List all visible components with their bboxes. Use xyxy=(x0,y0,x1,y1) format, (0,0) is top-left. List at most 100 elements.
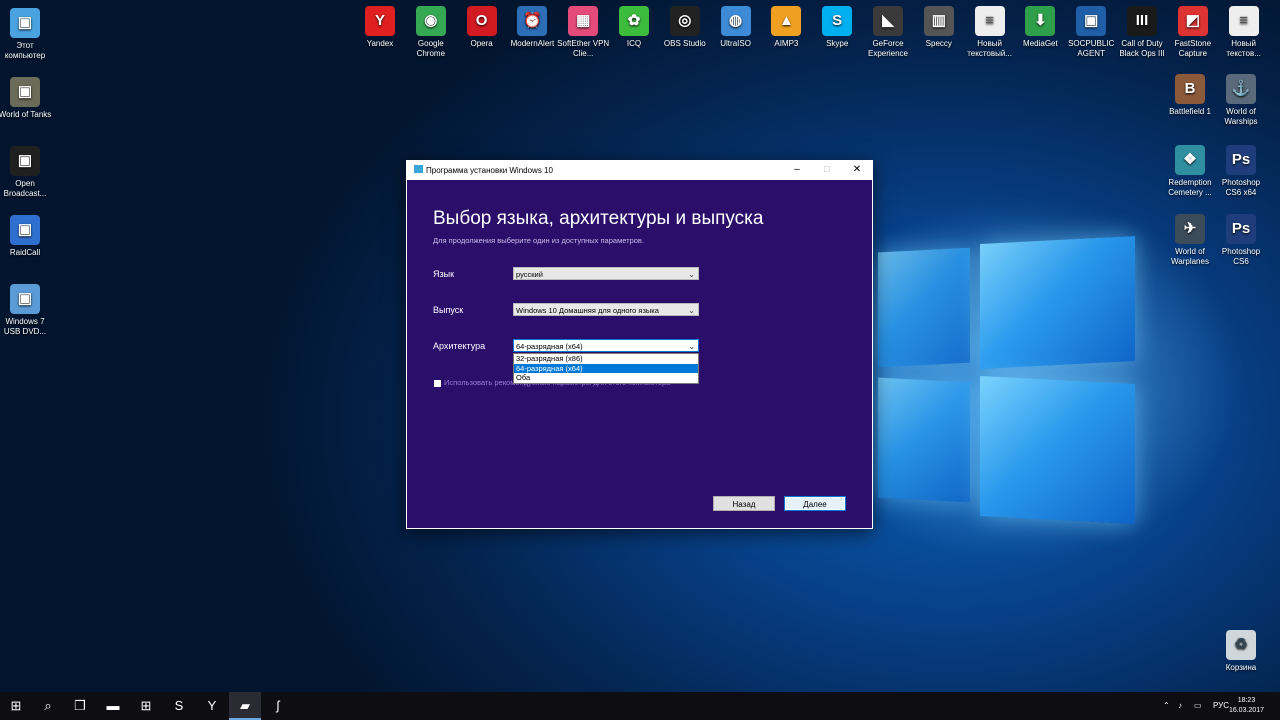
desktop-icon[interactable]: ❖ Redemption Cemetery ... xyxy=(1162,145,1218,198)
start-windows-icon[interactable]: ⊞ xyxy=(0,692,32,720)
desktop-icon[interactable]: ◩ FastStone Capture xyxy=(1165,6,1221,59)
desktop-icon-label: Speccy xyxy=(925,39,952,48)
desktop-icon[interactable]: ✈ World of Warplanes xyxy=(1162,214,1218,267)
architecture-option[interactable]: 32-разрядная (x86) xyxy=(514,354,698,364)
architecture-option[interactable]: Оба xyxy=(514,373,698,383)
architecture-dropdown-list: 32-разрядная (x86) 64-разрядная (x64) Оба xyxy=(513,353,699,384)
desktop-icon[interactable]: Y Yandex xyxy=(352,6,408,49)
store-icon[interactable]: ⊞ xyxy=(130,692,162,720)
setup-content: Выбор языка, архитектуры и выпуска Для п… xyxy=(407,180,872,528)
desktop-icon-label: World of Warplanes xyxy=(1171,247,1209,266)
desktop-icon[interactable]: ◉ Google Chrome xyxy=(403,6,459,59)
desktop-icon[interactable]: B Battlefield 1 xyxy=(1162,74,1218,117)
desktop-icon-label: Redemption Cemetery ... xyxy=(1168,178,1212,197)
desktop-icon-label: FastStone Capture xyxy=(1174,39,1212,58)
desktop-icon[interactable]: ▦ SoftEther VPN Clie... xyxy=(555,6,611,59)
desktop-icon[interactable]: ▣ Windows 7 USB DVD... xyxy=(0,284,53,337)
desktop-icon-label: Photoshop CS6 xyxy=(1221,247,1261,266)
recycle-bin-icon: ♻ xyxy=(1226,630,1256,660)
desktop-icon-label: RaidCall xyxy=(9,248,41,257)
desktop-icon[interactable]: ✿ ICQ xyxy=(606,6,662,49)
aimp-icon: ▲ xyxy=(771,6,802,36)
desktop-icon[interactable]: S Skype xyxy=(809,6,865,49)
desktop-icon[interactable]: ◎ OBS Studio xyxy=(657,6,713,49)
desktop-icon[interactable]: ▣ Этот компьютер xyxy=(0,8,53,61)
language-label: Язык xyxy=(433,269,455,279)
next-button[interactable]: Далее xyxy=(784,496,846,511)
desktop-icon[interactable]: ▣ Open Broadcast... xyxy=(0,146,53,199)
network-icon[interactable]: ▭ xyxy=(1194,692,1202,720)
clock-time: 18:23 xyxy=(1237,697,1256,704)
minimize-button[interactable]: – xyxy=(782,160,812,180)
chevron-up-icon[interactable]: ⌃ xyxy=(1163,692,1170,720)
desktop-icon-label: OBS Studio xyxy=(663,39,706,48)
file-explorer-icon[interactable]: ▬ xyxy=(97,692,129,720)
desktop-icon[interactable]: ▣ SOCPUBLIC AGENT xyxy=(1063,6,1119,59)
skype-icon[interactable]: S xyxy=(163,692,195,720)
text-document-icon: ≡ xyxy=(974,6,1005,36)
mediaget-icon: ⬇ xyxy=(1025,6,1056,36)
yandex-browser-icon[interactable]: Y xyxy=(196,692,228,720)
language-value: русский xyxy=(516,270,543,279)
wot-icon: ▣ xyxy=(10,77,40,107)
faststone-icon: ◩ xyxy=(1177,6,1208,36)
close-button[interactable]: ✕ xyxy=(842,160,872,180)
icq-icon: ✿ xyxy=(619,6,649,36)
desktop-icon-label: Корзина xyxy=(1225,663,1257,672)
desktop-icon[interactable]: Ps Photoshop CS6 xyxy=(1213,214,1269,267)
architecture-option[interactable]: 64-разрядная (x64) xyxy=(514,363,698,373)
wowp-icon: ✈ xyxy=(1175,214,1205,244)
desktop-icon-label: UltraISO xyxy=(720,39,751,48)
setup-app-icon xyxy=(414,165,423,173)
socpublic-icon: ▣ xyxy=(1076,6,1107,36)
window-title: Программа установки Windows 10 xyxy=(426,166,553,175)
desktop-icon[interactable]: ▥ Speccy xyxy=(911,6,967,49)
edition-select[interactable]: Windows 10 Домашняя для одного языка ⌄ xyxy=(513,303,699,316)
desktop-icon-recycle-bin[interactable]: ♻ Корзина xyxy=(1213,630,1269,673)
language-select[interactable]: русский ⌄ xyxy=(513,267,699,280)
desktop-icon[interactable]: ⬇ MediaGet xyxy=(1012,6,1068,49)
clock[interactable]: 18:23 16.03.2017 xyxy=(1229,696,1264,716)
title-bar[interactable]: Программа установки Windows 10 – □ ✕ xyxy=(406,160,873,180)
desktop-icon[interactable]: ◍ UltraISO xyxy=(708,6,764,49)
obs-icon[interactable]: ʃ xyxy=(262,692,294,720)
back-button[interactable]: Назад xyxy=(713,496,775,511)
geforce-icon: ◣ xyxy=(873,6,903,36)
desktop-icon[interactable]: Ps Photoshop CS6 x64 xyxy=(1213,145,1269,198)
desktop-icon[interactable]: ▣ World of Tanks xyxy=(0,77,53,120)
desktop-icon[interactable]: III Call of Duty Black Ops III xyxy=(1114,6,1170,59)
desktop-icon[interactable]: ▲ AIMP3 xyxy=(758,6,814,49)
input-language-indicator[interactable]: РУС xyxy=(1213,692,1229,720)
maximize-button[interactable]: □ xyxy=(812,160,842,180)
setup-window: Программа установки Windows 10 – □ ✕ Выб… xyxy=(406,160,873,529)
desktop-icon-label: World of Warships xyxy=(1224,107,1258,126)
ultraiso-icon: ◍ xyxy=(720,6,751,36)
speccy-icon: ▥ xyxy=(923,6,954,36)
windows-setup-icon[interactable]: ▰ xyxy=(229,692,261,720)
desktop-icon[interactable]: ≡ Новый текстовый... xyxy=(962,6,1018,59)
chrome-icon: ◉ xyxy=(415,6,446,36)
windows-logo-pane xyxy=(878,247,970,368)
edition-value: Windows 10 Домашняя для одного языка xyxy=(516,306,659,315)
alarm-clock-icon: ⏰ xyxy=(517,6,548,36)
task-view-icon[interactable]: ❐ xyxy=(64,692,96,720)
desktop-icon-label: ModernAlert xyxy=(510,39,555,48)
chevron-down-icon: ⌄ xyxy=(688,270,695,279)
architecture-value: 64-разрядная (x64) xyxy=(516,342,583,351)
desktop-icon[interactable]: ◣ GeForce Experience xyxy=(860,6,916,59)
architecture-label: Архитектура xyxy=(433,341,486,351)
recommended-options-checkbox[interactable] xyxy=(434,379,441,387)
desktop-icon-label: Skype xyxy=(826,39,849,48)
windows-logo-pane xyxy=(878,377,970,503)
desktop-icon[interactable]: ⚓ World of Warships xyxy=(1213,74,1269,127)
desktop-icon-label: Photoshop CS6 x64 xyxy=(1221,178,1261,197)
desktop-icon-label: ICQ xyxy=(626,39,642,48)
desktop-icon-label: Yandex xyxy=(366,39,394,48)
desktop-icon[interactable]: ⏰ ModernAlert xyxy=(504,6,560,49)
desktop-icon[interactable]: O Opera xyxy=(454,6,510,49)
search-icon[interactable]: ⌕ xyxy=(32,692,64,720)
desktop-icon[interactable]: ▣ RaidCall xyxy=(0,215,53,258)
volume-icon[interactable]: ♪ xyxy=(1178,692,1182,720)
desktop-icon[interactable]: ≡ Новый текстов... xyxy=(1216,6,1272,59)
architecture-select[interactable]: 64-разрядная (x64) ⌄ xyxy=(513,339,699,352)
